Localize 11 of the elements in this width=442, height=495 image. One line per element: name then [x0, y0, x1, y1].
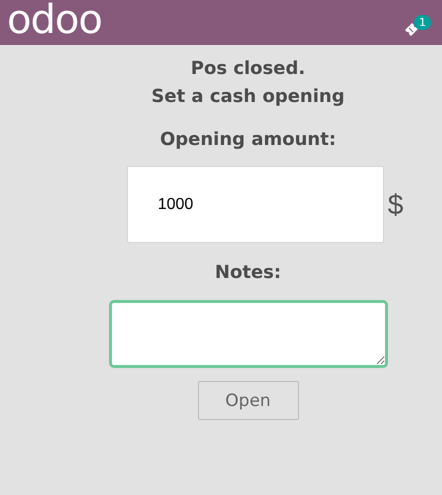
- opening-amount-label: Opening amount:: [160, 128, 336, 152]
- notes-field[interactable]: [108, 300, 388, 368]
- open-button[interactable]: Open: [198, 381, 298, 420]
- status-title: Pos closed.: [190, 57, 306, 81]
- opening-amount-field[interactable]: 1000: [126, 166, 384, 243]
- count-badge: 1: [414, 14, 431, 30]
- status-title: Set a cash opening: [151, 85, 345, 109]
- odoo-logo: odoo: [7, 0, 102, 40]
- notes-label: Notes:: [214, 261, 282, 285]
- currency-symbol: $: [388, 188, 404, 220]
- ticket-icon[interactable]: [404, 20, 420, 36]
